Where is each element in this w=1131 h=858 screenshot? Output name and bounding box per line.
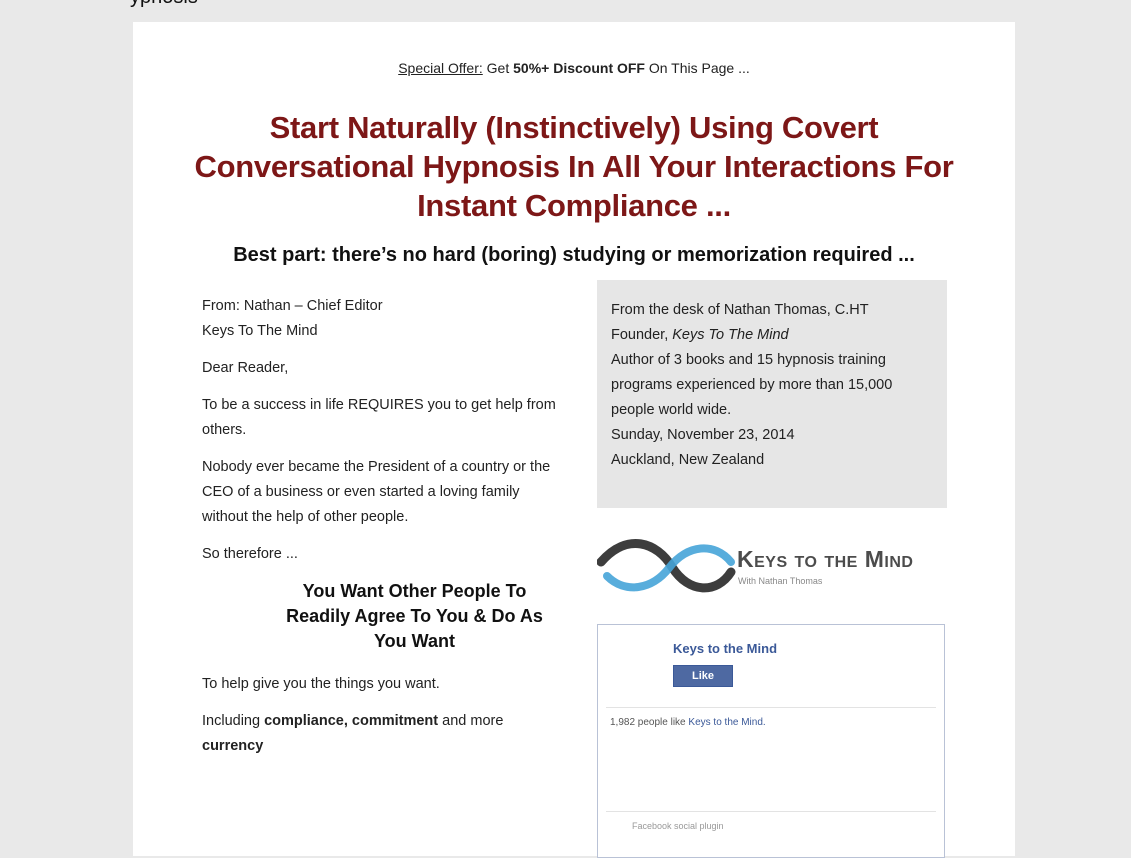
letter-paragraph: So therefore ...: [202, 546, 298, 562]
letter-paragraph: To help give you the things you want.: [202, 676, 440, 692]
page-subheadline: Best part: there’s no hard (boring) stud…: [233, 244, 915, 266]
facebook-plugin-label[interactable]: Facebook social plugin: [632, 821, 724, 831]
infinity-swoosh-icon: [597, 539, 736, 593]
page-headline: Start Naturally (Instinctively) Using Co…: [194, 110, 954, 223]
sales-page: Special Offer: Get 50%+ Discount OFF On …: [133, 22, 1015, 858]
facebook-like-count: 1,982 people like Keys to the Mind.: [610, 717, 766, 728]
special-offer-line: Special Offer: Get 50%+ Discount OFF On …: [398, 60, 750, 76]
facebook-like-box: Keys to the Mind Like 1,982 people like …: [597, 624, 945, 858]
facebook-like-button[interactable]: Like: [673, 665, 733, 687]
letter-paragraph: To be a success in life REQUIRES you to …: [202, 397, 556, 438]
facebook-count-link[interactable]: Keys to the Mind.: [688, 717, 765, 728]
letter-callout-heading: You Want Other People To Readily Agree T…: [286, 581, 543, 651]
desk-line: Author of 3 books and 15 hypnosis traini…: [611, 352, 893, 418]
cut-off-header-text: ypnosis: [130, 0, 198, 9]
desk-line: From the desk of Nathan Thomas, C.HT: [611, 302, 869, 318]
letter-paragraph: Including compliance, commitment and mor…: [202, 713, 504, 754]
logo-byline: With Nathan Thomas: [738, 576, 823, 586]
facebook-page-link[interactable]: Keys to the Mind: [673, 641, 777, 656]
letter-from: From: Nathan – Chief Editor Keys To The M…: [202, 298, 383, 339]
special-offer-label[interactable]: Special Offer:: [398, 60, 483, 76]
discount-text: 50%+ Discount OFF: [513, 60, 645, 76]
divider: [606, 811, 936, 812]
desk-date: Sunday, November 23, 2014: [611, 427, 795, 443]
letter-greeting: Dear Reader,: [202, 360, 289, 376]
author-info-box: From the desk of Nathan Thomas, C.HT Fou…: [597, 280, 947, 508]
desk-location: Auckland, New Zealand: [611, 452, 765, 468]
divider: [606, 707, 936, 708]
desk-founder: Founder, Keys To The Mind: [611, 327, 789, 343]
keys-to-the-mind-logo: Keys to the Mind With Nathan Thomas: [597, 532, 947, 602]
logo-name: Keys to the Mind: [737, 546, 914, 572]
sales-letter: From: Nathan – Chief Editor Keys To The M…: [202, 294, 562, 771]
letter-paragraph: Nobody ever became the President of a co…: [202, 459, 551, 525]
